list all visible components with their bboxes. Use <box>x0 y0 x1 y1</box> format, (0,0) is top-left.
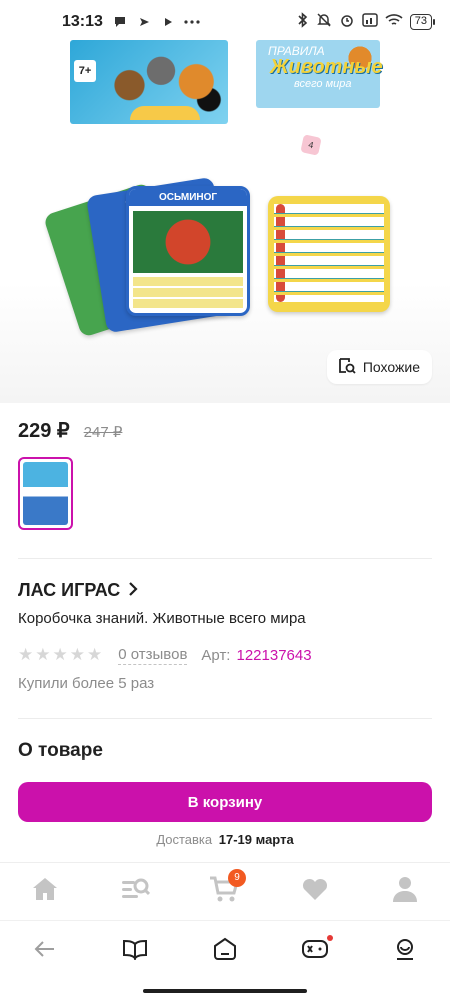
home-outline-icon <box>212 937 238 966</box>
rules-subtitle-small: всего мира <box>294 78 352 90</box>
card-image-octopus: ОСЬМИНОГ <box>126 186 250 316</box>
brand-link[interactable]: ЛАС ИГРАС <box>18 580 138 601</box>
animals-artwork <box>98 42 224 114</box>
star-icon: ★ <box>87 645 103 664</box>
delivery-label: Доставка <box>156 832 213 847</box>
more-dots-icon <box>183 13 201 31</box>
divider <box>18 558 432 559</box>
system-nav-bar <box>0 920 450 1000</box>
article-number[interactable]: 122137643 <box>236 647 311 664</box>
navigation-arrow-icon <box>135 13 153 31</box>
thumbnail-image <box>23 462 68 525</box>
divider <box>18 718 432 719</box>
brand-name: ЛАС ИГРАС <box>18 580 121 600</box>
product-image-gallery[interactable]: 7+ ПРАВИЛА Животные всего мира 4 ДЕЛЬФИН… <box>0 0 450 403</box>
old-price: 247 ₽ <box>83 424 123 441</box>
home-button[interactable] <box>205 933 245 969</box>
article-label: Арт: <box>201 646 231 664</box>
cart-count-badge: 9 <box>228 868 246 887</box>
status-time: 13:13 <box>62 13 103 30</box>
nav-cart[interactable]: 9 <box>200 868 250 912</box>
delivery-dates: 17-19 марта <box>218 832 294 847</box>
nav-home[interactable] <box>20 872 70 912</box>
chevron-right-icon <box>128 580 138 601</box>
nav-profile[interactable] <box>380 872 430 912</box>
assistant-face-icon <box>393 937 417 966</box>
game-button[interactable] <box>295 933 335 969</box>
gallery-thumbnail[interactable] <box>18 457 73 530</box>
card-stats-rows <box>133 277 243 309</box>
question-lines <box>274 204 384 302</box>
current-price: 229 ₽ <box>18 420 70 442</box>
star-icon: ★ <box>35 645 51 664</box>
rules-subtitle: Животные <box>270 56 383 78</box>
nav-favorites[interactable] <box>290 872 340 912</box>
wifi-icon <box>385 13 403 32</box>
nav-catalog[interactable] <box>110 872 160 912</box>
rating-stars[interactable]: ★ ★ ★ ★ ★ <box>18 645 102 665</box>
box-logo-fan <box>130 106 200 120</box>
star-icon: ★ <box>18 645 34 664</box>
delivery-info: Доставка 17-19 марта <box>0 832 450 847</box>
heart-icon <box>301 876 329 907</box>
buy-panel: В корзину Доставка 17-19 марта <box>0 770 450 862</box>
question-card-image <box>268 196 390 312</box>
rules-booklet-image: ПРАВИЛА Животные всего мира <box>256 40 383 108</box>
rating-row: ★ ★ ★ ★ ★ 0 отзывов Арт: 122137643 <box>18 645 312 665</box>
similar-products-label: Похожие <box>362 359 420 375</box>
gamepad-icon <box>301 938 329 965</box>
product-title: Коробочка знаний. Животные всего мира <box>18 610 306 627</box>
back-button[interactable] <box>25 933 65 969</box>
mute-bell-icon <box>316 12 332 33</box>
chat-bubble-icon <box>111 13 129 31</box>
star-icon: ★ <box>69 645 85 664</box>
open-book-icon <box>122 938 148 965</box>
app-bottom-nav: 9 <box>0 862 450 920</box>
star-icon: ★ <box>52 645 68 664</box>
status-bar: 13:13 73 <box>0 0 450 44</box>
battery-indicator: 73 <box>409 14 436 30</box>
similar-products-button[interactable]: Похожие <box>326 350 432 384</box>
add-to-cart-button[interactable]: В корзину <box>18 782 432 822</box>
back-arrow-icon <box>34 940 56 963</box>
question-numbers <box>276 204 285 302</box>
octopus-photo <box>133 211 243 273</box>
play-icon <box>159 13 177 31</box>
reviews-link[interactable]: 0 отзывов <box>118 646 188 665</box>
product-box-image: 7+ <box>70 40 228 124</box>
about-product-heading: О товаре <box>18 740 103 761</box>
alarm-clock-icon <box>339 12 355 33</box>
user-icon <box>391 875 419 908</box>
signal-box-icon <box>362 12 378 32</box>
reader-button[interactable] <box>115 933 155 969</box>
catalog-search-icon <box>120 876 151 907</box>
card-octopus-title: ОСЬМИНОГ <box>129 189 247 206</box>
home-icon <box>31 876 59 907</box>
notification-dot <box>327 935 333 941</box>
purchase-count: Купили более 5 раз <box>18 675 155 692</box>
assistant-button[interactable] <box>385 933 425 969</box>
image-search-icon <box>337 356 357 379</box>
dice-image: 4 <box>300 134 322 156</box>
gesture-handle[interactable] <box>143 989 307 993</box>
price-row: 229 ₽ 247 ₽ <box>18 418 122 443</box>
age-rating-badge: 7+ <box>74 60 96 82</box>
bluetooth-icon <box>297 11 309 33</box>
